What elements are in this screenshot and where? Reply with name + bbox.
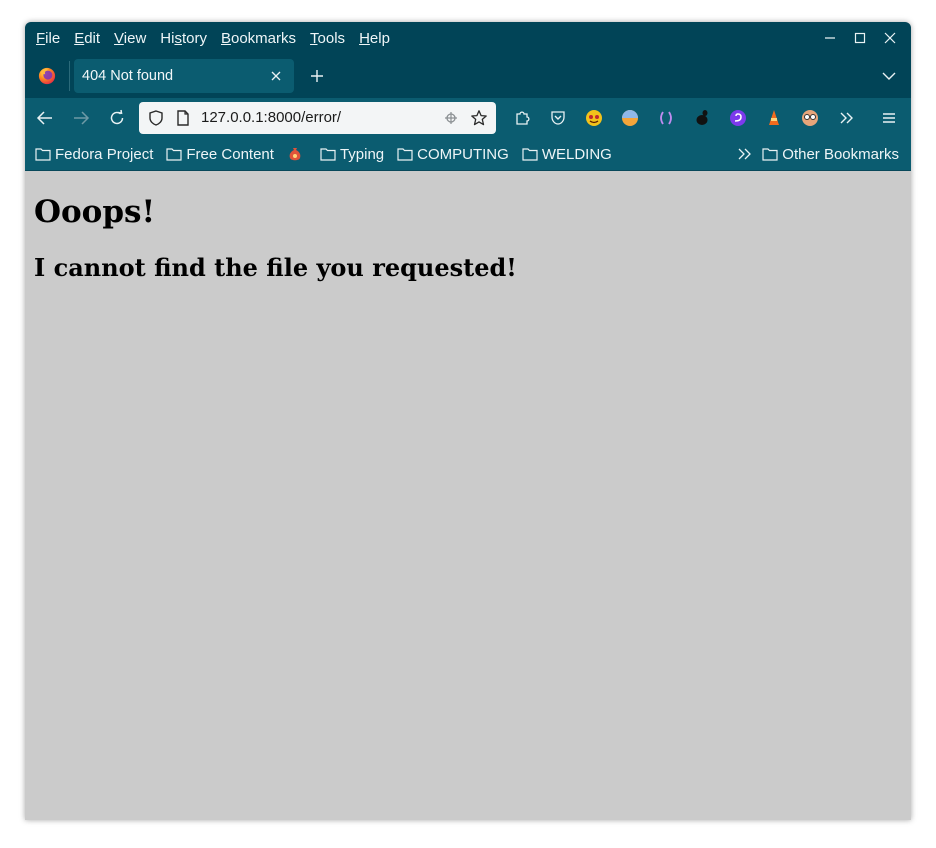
pocket-button[interactable]	[540, 102, 576, 134]
tab-active[interactable]: 404 Not found	[74, 59, 294, 93]
close-tab-icon[interactable]	[268, 68, 284, 84]
double-chevron-right-icon	[738, 148, 752, 160]
window-controls	[815, 22, 905, 54]
menu-view[interactable]: View	[107, 30, 153, 47]
forward-button[interactable]	[65, 102, 97, 134]
double-chevron-right-icon	[840, 112, 853, 124]
folder-icon	[35, 148, 51, 161]
puzzle-icon	[516, 111, 530, 125]
extension-3-button[interactable]	[648, 102, 684, 134]
maximize-button[interactable]	[845, 24, 875, 52]
minimize-icon	[825, 37, 835, 39]
bookmarks-overflow-button[interactable]	[736, 146, 756, 162]
menu-bar: File Edit View History Bookmarks Tools H…	[25, 22, 911, 54]
money-bag-icon	[289, 148, 301, 161]
extension-6-button[interactable]	[756, 102, 792, 134]
extension-swirl-icon	[730, 110, 746, 126]
extension-glasses-icon	[802, 110, 818, 126]
reload-icon	[110, 109, 124, 125]
extension-face-icon	[586, 110, 602, 126]
bookmark-folder-typing[interactable]: Typing	[320, 146, 384, 163]
extension-half-circle-icon	[622, 110, 638, 126]
plus-icon	[311, 70, 323, 82]
other-bookmarks-folder[interactable]: Other Bookmarks	[762, 146, 899, 163]
firefox-view-button[interactable]	[25, 54, 69, 98]
url-text[interactable]: 127.0.0.1:8000/error/	[201, 109, 341, 126]
tab-strip: 404 Not found	[25, 54, 911, 98]
maximize-icon	[854, 32, 866, 44]
app-menu-button[interactable]	[873, 102, 905, 134]
bookmark-label: Free Content	[186, 145, 274, 163]
page-heading: Ooops!	[34, 194, 156, 230]
folder-icon	[762, 148, 778, 161]
folder-icon	[522, 148, 538, 161]
menu-file[interactable]: File	[29, 30, 67, 47]
page-content: Ooops! I cannot find the file you reques…	[25, 193, 911, 283]
close-icon	[884, 32, 896, 44]
list-all-tabs-button[interactable]	[877, 64, 901, 88]
extension-2-button[interactable]	[612, 102, 648, 134]
bookmark-folder-computing[interactable]: COMPUTING	[397, 146, 509, 163]
bookmark-folder-welding[interactable]: WELDING	[522, 146, 612, 163]
browser-window: File Edit View History Bookmarks Tools H…	[25, 22, 911, 820]
bookmarks-bar-right: Other Bookmarks	[736, 138, 899, 170]
menu-bookmarks[interactable]: Bookmarks	[214, 30, 303, 47]
arrow-left-icon	[36, 111, 52, 125]
folder-icon	[397, 148, 413, 161]
extension-brackets-icon	[660, 111, 672, 125]
menu-history[interactable]: History	[153, 30, 214, 47]
star-icon[interactable]	[470, 109, 488, 127]
menu-tools[interactable]: Tools	[303, 30, 352, 47]
arrow-right-icon	[74, 111, 90, 125]
folder-icon	[320, 148, 336, 161]
navigation-bar: 127.0.0.1:8000/error/	[25, 98, 911, 138]
firefox-logo-icon	[38, 67, 56, 85]
bookmark-folder-free-content[interactable]: Free Content	[166, 146, 274, 163]
extension-fox-icon	[769, 110, 779, 125]
page-icon[interactable]	[174, 109, 192, 127]
extension-4-button[interactable]	[684, 102, 720, 134]
extension-1-button[interactable]	[576, 102, 612, 134]
back-button[interactable]	[29, 102, 61, 134]
tab-title: 404 Not found	[82, 68, 174, 84]
menu-help[interactable]: Help	[352, 30, 397, 47]
pocket-icon	[551, 111, 565, 125]
new-tab-button[interactable]	[300, 59, 334, 93]
extension-7-button[interactable]	[792, 102, 828, 134]
chevron-down-icon	[882, 72, 896, 80]
close-window-button[interactable]	[875, 24, 905, 52]
extensions-button[interactable]	[504, 102, 540, 134]
hamburger-menu-icon	[883, 113, 895, 123]
tab-separator	[69, 61, 70, 91]
other-bookmarks-label: Other Bookmarks	[782, 145, 899, 163]
extension-5-button[interactable]	[720, 102, 756, 134]
bookmark-label: Typing	[339, 145, 385, 163]
reload-button[interactable]	[101, 102, 133, 134]
folder-icon	[166, 148, 182, 161]
bookmark-money-bag[interactable]	[287, 146, 307, 162]
menu-edit[interactable]: Edit	[67, 30, 107, 47]
bookmark-label: WELDING	[541, 145, 612, 163]
bookmark-label: COMPUTING	[417, 145, 509, 163]
bookmarks-bar: Fedora Project Free Content Typing COMPU…	[25, 138, 911, 171]
extension-puzzle-icon[interactable]	[442, 109, 460, 127]
more-tools-button[interactable]	[828, 102, 864, 134]
toolbar-icons	[504, 102, 864, 134]
extension-gnome-icon	[696, 110, 708, 125]
browser-chrome: File Edit View History Bookmarks Tools H…	[25, 22, 911, 171]
page-subheading: I cannot find the file you requested!	[34, 253, 517, 282]
minimize-button[interactable]	[815, 24, 845, 52]
shield-icon[interactable]	[147, 109, 165, 127]
bookmark-folder-fedora-project[interactable]: Fedora Project	[35, 146, 153, 163]
bookmark-label: Fedora Project	[55, 145, 154, 163]
url-bar[interactable]: 127.0.0.1:8000/error/	[139, 102, 496, 134]
